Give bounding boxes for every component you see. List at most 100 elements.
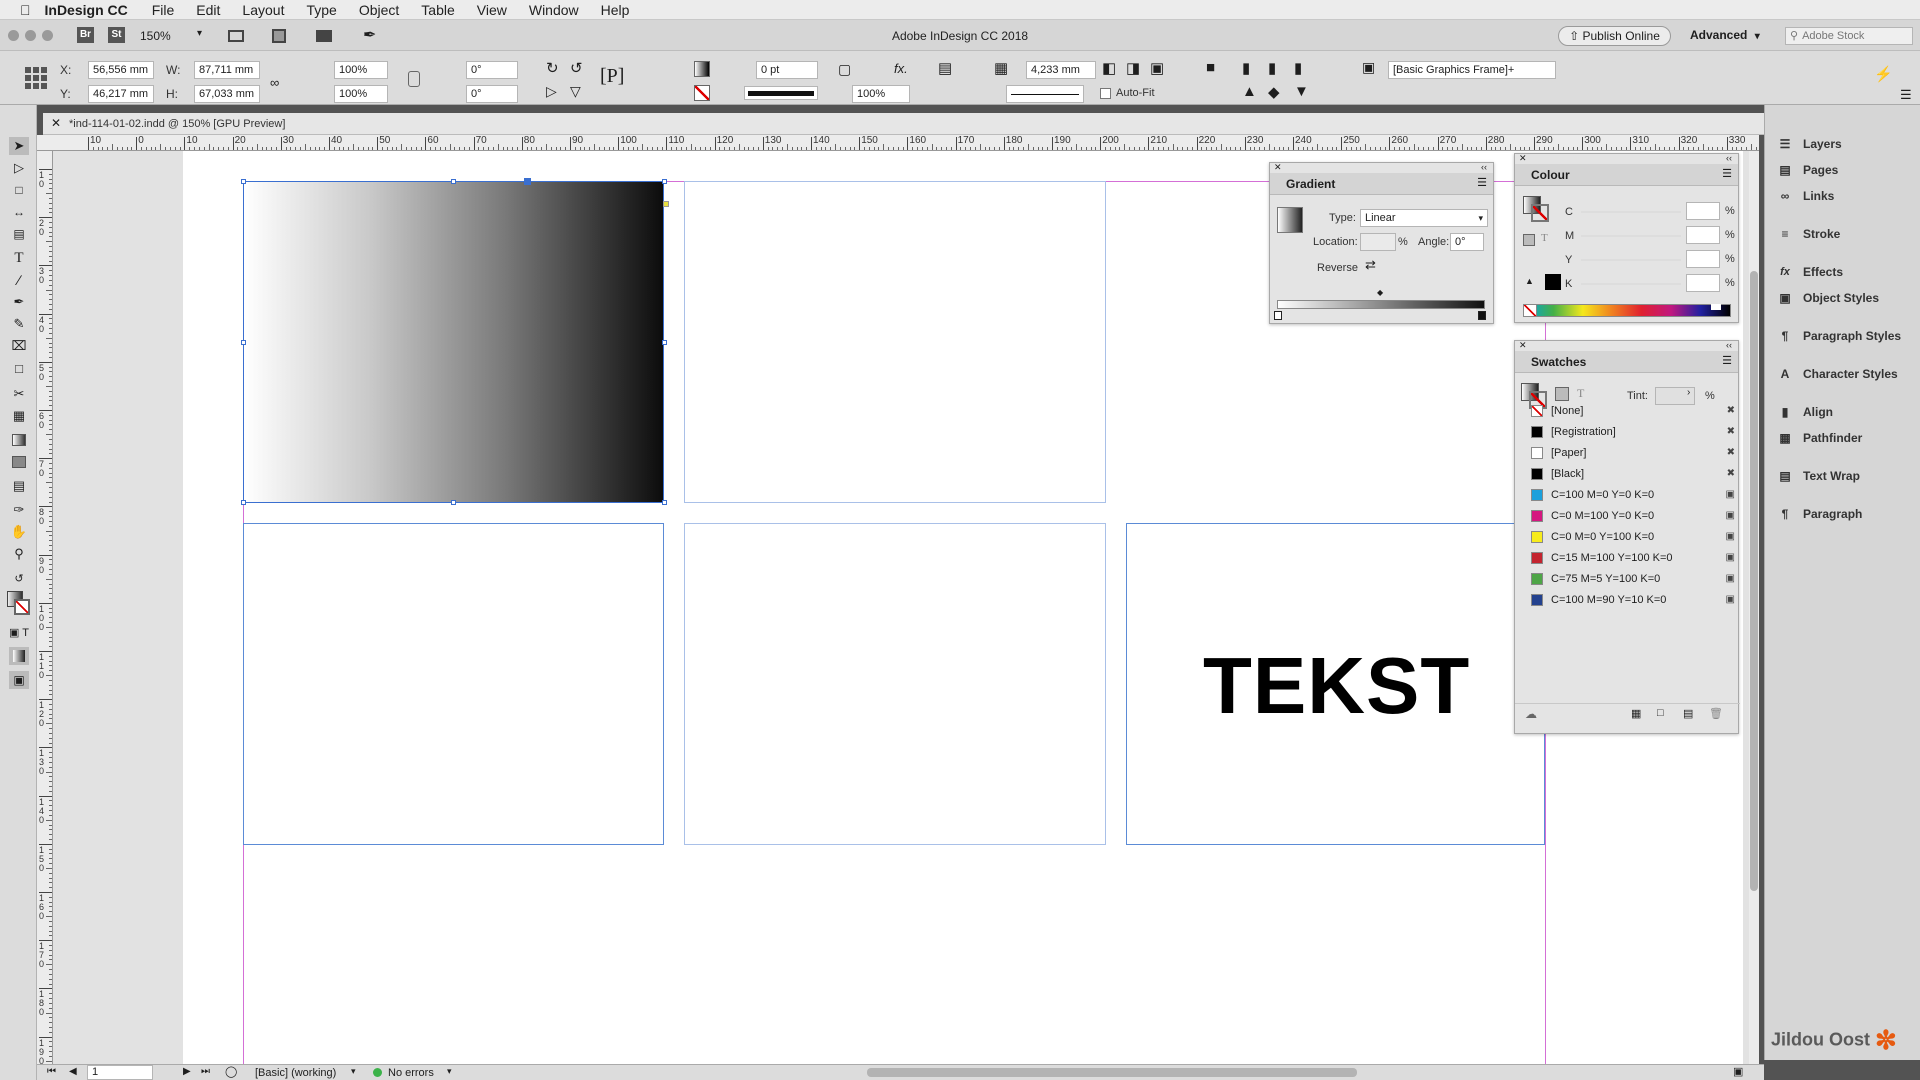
shear-field[interactable]: 0° <box>466 85 518 103</box>
new-group-icon[interactable]: □ <box>1657 707 1664 719</box>
black-field[interactable] <box>1686 274 1720 292</box>
formatting-container-icon[interactable] <box>1523 234 1535 246</box>
direct-selection-tool-icon[interactable]: ▷ <box>9 159 29 177</box>
app-menu[interactable]: InDesign CC <box>45 2 128 18</box>
fitting-frame-icon[interactable]: ◨ <box>1126 59 1140 77</box>
scissors-tool-icon[interactable]: ✂ <box>9 385 29 403</box>
panel-menu-icon[interactable]: ☰ <box>1722 354 1732 367</box>
auto-fit-checkbox[interactable] <box>1100 88 1111 99</box>
align-top-icon[interactable]: ▲ <box>1242 83 1257 100</box>
gradient-ramp[interactable] <box>1277 300 1485 309</box>
magenta-field[interactable] <box>1686 226 1720 244</box>
dock-effects[interactable]: fx Effects <box>1765 259 1920 285</box>
fit-proportional-icon[interactable]: ▣ <box>1150 59 1164 77</box>
dock-character-styles[interactable]: A Character Styles <box>1765 361 1920 387</box>
swatch-row[interactable]: C=100 M=90 Y=10 K=0 ▣ <box>1519 590 1741 610</box>
swatch-row[interactable]: C=0 M=0 Y=100 K=0 ▣ <box>1519 527 1741 547</box>
gradient-stop-start[interactable] <box>1274 311 1282 320</box>
x-field[interactable]: 56,556 mm <box>88 61 154 79</box>
fill-stroke-proxy[interactable] <box>1523 196 1551 224</box>
selection-handle[interactable] <box>241 340 246 345</box>
collapse-icon[interactable]: ‹‹ <box>1726 153 1732 163</box>
dock-pages[interactable]: ▤ Pages <box>1765 157 1920 183</box>
document-tab[interactable]: *ind-114-01-02.indd @ 150% [GPU Preview] <box>69 118 285 130</box>
fx-icon[interactable]: fx. <box>894 61 908 76</box>
dock-links[interactable]: ∞ Links <box>1765 183 1920 209</box>
pencil-tool-icon[interactable]: ✎ <box>9 315 29 333</box>
menu-view[interactable]: View <box>477 2 507 18</box>
frame-top-middle[interactable] <box>684 181 1106 503</box>
workspace-switcher[interactable]: Advanced ▾ <box>1690 28 1760 42</box>
rectangle-frame-tool-icon[interactable]: ⌧ <box>9 337 29 355</box>
h-field[interactable]: 67,033 mm <box>194 85 260 103</box>
note-tool-icon[interactable]: ▤ <box>9 477 29 495</box>
rotation-field[interactable]: 0° <box>466 61 518 79</box>
menu-help[interactable]: Help <box>601 2 630 18</box>
gap-tool-icon[interactable]: ↔ <box>9 203 29 221</box>
menu-window[interactable]: Window <box>529 2 579 18</box>
stroke-type-select[interactable] <box>744 86 818 100</box>
cyan-field[interactable] <box>1686 202 1720 220</box>
menu-table[interactable]: Table <box>421 2 454 18</box>
last-page-icon[interactable]: ⏭ <box>201 1066 210 1077</box>
content-collector-tool-icon[interactable]: ▤ <box>9 225 29 243</box>
quick-apply-icon[interactable]: ⚡ <box>1874 65 1893 83</box>
pen-tool-icon[interactable]: ✒ <box>9 293 29 311</box>
panel-menu-icon[interactable]: ☰ <box>1900 87 1912 103</box>
show-kinds-icon[interactable]: ▦ <box>1631 707 1641 720</box>
fill-swatch[interactable] <box>694 61 710 77</box>
selection-handle[interactable] <box>524 178 531 185</box>
magenta-slider[interactable] <box>1581 235 1681 237</box>
feather-icon[interactable]: ✒ <box>363 25 376 45</box>
preflight-errors[interactable]: No errors <box>388 1067 434 1079</box>
horizontal-scrollbar[interactable] <box>867 1068 1357 1077</box>
constrain-proportions-icon[interactable]: ∞ <box>270 75 279 90</box>
black-slider[interactable] <box>1581 283 1681 285</box>
dock-layers[interactable]: ☰ Layers <box>1765 131 1920 157</box>
new-swatch-icon[interactable]: ▤ <box>1683 707 1693 720</box>
view-options-icon[interactable] <box>228 30 244 42</box>
rectangle-tool-icon[interactable]: □ <box>9 359 29 377</box>
swatch-row[interactable]: C=0 M=100 Y=0 K=0 ▣ <box>1519 506 1741 526</box>
reverse-gradient-icon[interactable]: ⇄ <box>1365 257 1376 273</box>
text-wrap-icon[interactable]: ▤ <box>938 59 952 77</box>
flip-vertical-icon[interactable]: ▽ <box>570 83 581 100</box>
drop-shadow-icon[interactable]: ▢ <box>838 61 851 78</box>
text-frame[interactable]: TEKST <box>1126 523 1545 845</box>
object-style-select[interactable]: [Basic Graphics Frame]+ <box>1388 61 1556 79</box>
close-icon[interactable]: ✕ <box>1519 340 1527 351</box>
close-window-button[interactable] <box>8 30 19 41</box>
preflight-icon[interactable]: ◯ <box>225 1065 237 1078</box>
hand-tool-icon[interactable]: ✋ <box>9 523 29 541</box>
panel-menu-icon[interactable]: ☰ <box>1722 167 1732 180</box>
swatch-row[interactable]: [Black] ✖ <box>1519 464 1741 484</box>
tint-slider-arrow-icon[interactable]: › <box>1687 387 1690 398</box>
w-field[interactable]: 87,711 mm <box>194 61 260 79</box>
formatting-text-icon[interactable]: T <box>1541 232 1548 244</box>
selection-handle[interactable] <box>662 179 667 184</box>
dock-object-styles[interactable]: ▣ Object Styles <box>1765 285 1920 311</box>
location-field[interactable] <box>1360 233 1396 251</box>
page-number-field[interactable]: 1 <box>87 1065 153 1080</box>
content-handle[interactable] <box>663 201 669 207</box>
dock-align[interactable]: ▮ Align <box>1765 399 1920 425</box>
swatch-row[interactable]: [Registration] ✖ <box>1519 422 1741 442</box>
align-middle-icon[interactable]: ◆ <box>1268 83 1280 101</box>
swatches-panel-tab[interactable]: Swatches <box>1515 351 1738 373</box>
angle-field[interactable]: 0° <box>1450 233 1484 251</box>
selection-handle[interactable] <box>241 179 246 184</box>
stroke-weight-field[interactable]: 0 pt <box>756 61 818 79</box>
swap-fill-stroke-icon[interactable]: ↺ <box>9 569 29 587</box>
gradient-frame[interactable] <box>243 181 664 503</box>
vertical-ruler[interactable]: 1 0 2 0 3 0 4 0 5 0 6 0 7 0 8 0 9 0 1 0 0 1 1 0 1 2… <box>37 151 53 1064</box>
collapse-icon[interactable]: ‹‹ <box>1726 340 1732 350</box>
apply-gradient-icon[interactable] <box>9 647 29 665</box>
gradient-panel-tab[interactable]: Gradient <box>1270 173 1493 195</box>
none-swatch-icon[interactable] <box>1523 304 1537 317</box>
yellow-slider[interactable] <box>1581 259 1681 261</box>
pasteboard[interactable]: TEKST <box>53 151 1759 1064</box>
scale-y-field[interactable]: 100% <box>334 85 388 103</box>
fill-proportional-icon[interactable]: ■ <box>1206 59 1215 76</box>
fitting-content-icon[interactable]: ◧ <box>1102 59 1116 77</box>
gradient-midpoint-icon[interactable]: ◆ <box>1377 288 1383 297</box>
